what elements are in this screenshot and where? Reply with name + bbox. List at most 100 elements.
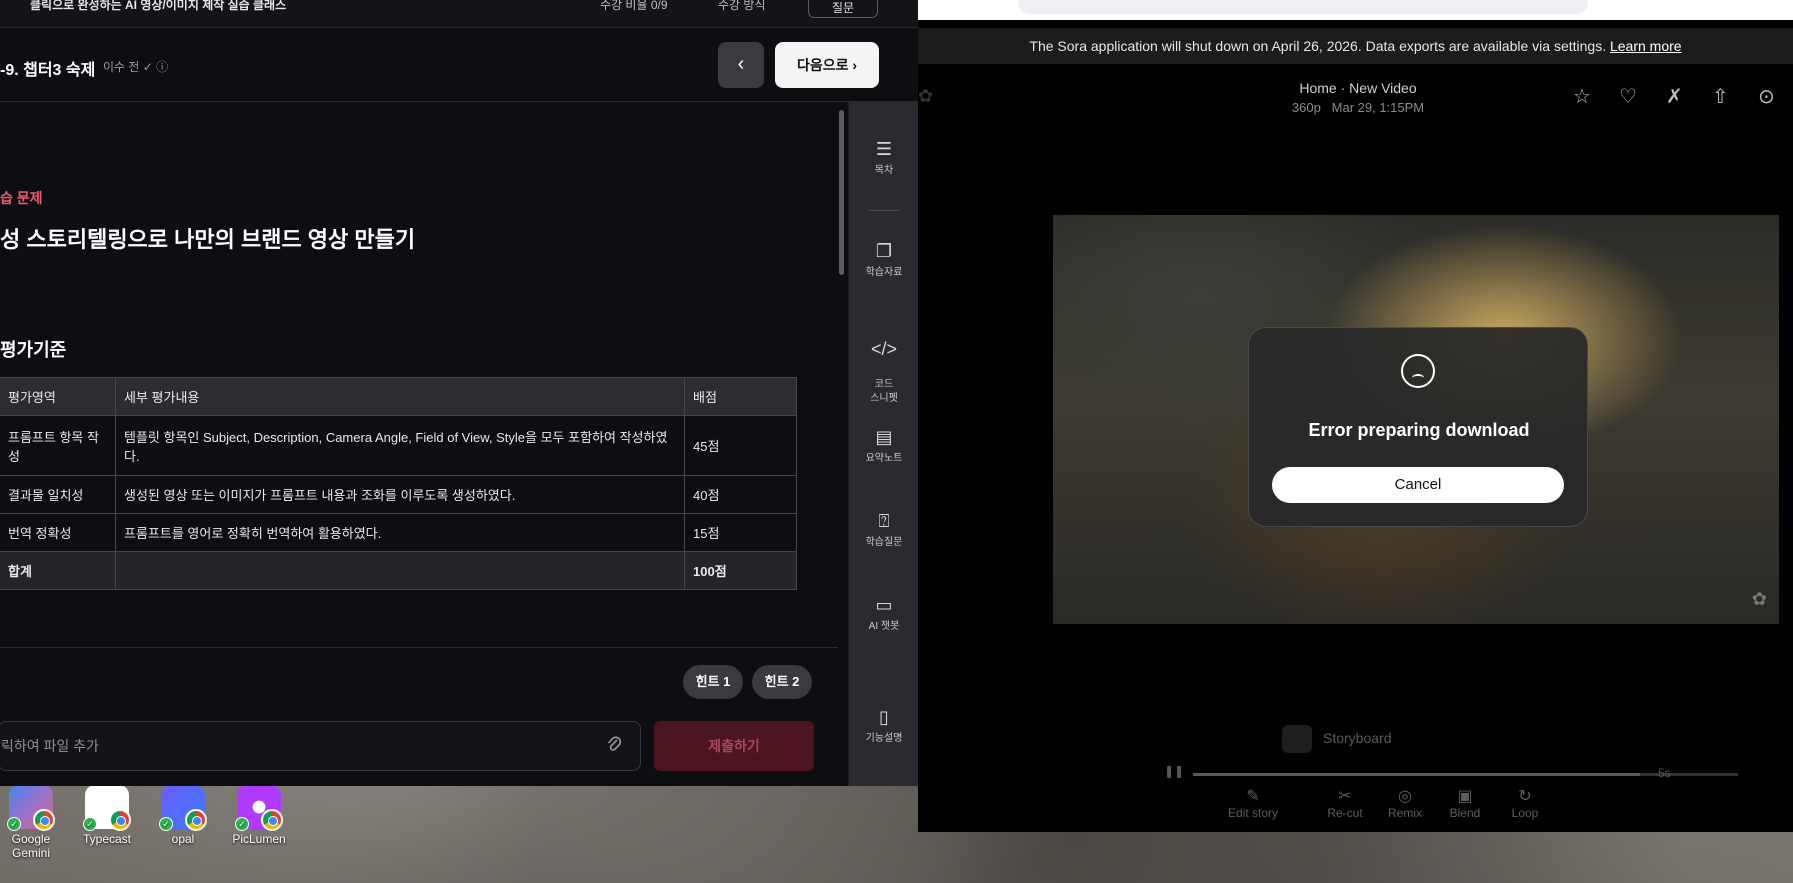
table-row: 번역 정확성 프롬프트를 영어로 정확히 번역하여 활용하였다. 15점: [0, 513, 797, 552]
desktop-icon-label: Typecast: [82, 832, 132, 846]
video-meta: 360p Mar 29, 1:15PM: [1291, 100, 1425, 115]
criteria-table: 평가영역 세부 평가내용 배점 프롬프트 항목 작성 템플릿 항목인 Subje…: [0, 377, 797, 590]
criteria-heading: 평가기준: [0, 340, 67, 360]
browser-url-bar: [918, 0, 1793, 20]
code-icon: </>: [870, 339, 898, 359]
table-header: 평가영역: [0, 377, 116, 416]
notice-text: The Sora application will shut down on A…: [1029, 38, 1607, 54]
progress-meta: 수강 비율 0/9: [600, 0, 668, 12]
table-row: 프롬프트 항목 작성 템플릿 항목인 Subject, Description,…: [0, 415, 797, 476]
heart-icon[interactable]: ♡: [1619, 84, 1637, 109]
tool-label: Loop: [1511, 806, 1539, 820]
rail-item-study-question[interactable]: ⍰ 학습질문: [849, 510, 918, 550]
desktop-icon-label: PicLumen: [232, 832, 286, 846]
hint-2-button[interactable]: 힌트 2: [752, 665, 812, 699]
next-lesson-button[interactable]: 다음으로 ›: [775, 42, 879, 88]
paperclip-icon[interactable]: [606, 735, 622, 760]
breadcrumb-current: New Video: [1349, 80, 1417, 96]
error-dialog: Error preparing download Cancel: [1248, 327, 1588, 527]
rail-divider: [869, 210, 899, 211]
cancel-button[interactable]: Cancel: [1272, 467, 1564, 503]
content-scrollbar[interactable]: [839, 110, 844, 275]
address-field[interactable]: [1018, 0, 1588, 14]
storyboard-label[interactable]: Storyboard: [1323, 730, 1391, 746]
rail-item-label: 코드 스니펫: [870, 379, 898, 404]
table-cell: 15점: [684, 513, 797, 552]
table-cell: 45점: [684, 415, 797, 476]
file-upload-input[interactable]: 릭하여 파일 추가: [0, 721, 641, 771]
table-header-row: 평가영역 세부 평가내용 배점: [0, 377, 797, 416]
rail-item-ai-chatbot[interactable]: ▭ AI 챗봇: [849, 594, 918, 634]
table-cell: 결과물 일치성: [0, 475, 116, 514]
loop-icon: ↻: [1518, 788, 1532, 805]
hint-1-button[interactable]: 힌트 1: [683, 665, 743, 699]
desktop-icon-google-gemini[interactable]: ✓ Google Gemini: [0, 785, 66, 860]
star-icon[interactable]: ☆: [1573, 84, 1591, 109]
rail-item-label: 학습질문: [865, 537, 903, 548]
rail-item-feature-guide[interactable]: ▯ 기능설명: [849, 706, 918, 746]
rail-item-label: 요약노트: [865, 453, 903, 464]
table-cell: 100점: [684, 551, 797, 590]
problem-title: 성 스토리텔링으로 나만의 브랜드 영상 만들기: [0, 227, 416, 252]
rail-item-toc[interactable]: ☰ 목차: [849, 138, 918, 178]
list-icon: ☰: [875, 139, 893, 159]
desktop-icon-opal[interactable]: ✓ opal: [148, 785, 218, 846]
sora-browser-window: The Sora application will shut down on A…: [918, 0, 1793, 832]
prev-lesson-button[interactable]: ‹: [718, 42, 764, 88]
note-icon: ▤: [875, 427, 893, 447]
dialog-title: Error preparing download: [1308, 420, 1530, 440]
desktop-icon-label: opal: [171, 832, 195, 846]
table-header: 배점: [684, 377, 797, 416]
pencil-icon: ✎: [1246, 788, 1260, 805]
breadcrumb-home[interactable]: Home: [1299, 80, 1336, 96]
lms-window: 클릭으로 완성하는 AI 영상/이미지 제작 실습 클래스 수강 비율 0/9 …: [0, 0, 918, 786]
loop-button[interactable]: ↻ Loop: [1490, 786, 1560, 820]
chat-icon: ▭: [875, 595, 893, 615]
rail-item-label: 목차: [874, 165, 894, 176]
rail-item-code-snippet[interactable]: </> 코드 스니펫: [849, 324, 918, 420]
gemini-app-icon: ✓: [7, 785, 55, 831]
shutdown-notice-banner: The Sora application will shut down on A…: [918, 28, 1793, 64]
tool-label: Edit story: [1227, 806, 1278, 820]
share-icon[interactable]: ⇧: [1712, 84, 1729, 109]
breadcrumb: Home · New Video: [1158, 80, 1558, 96]
desktop-icon-piclumen[interactable]: ✓ PicLumen: [224, 785, 294, 846]
duration-label: 5s: [1658, 766, 1671, 780]
video-timeline[interactable]: [1193, 773, 1738, 776]
question-icon: ⍰: [878, 511, 890, 531]
table-cell: 합계: [0, 551, 116, 590]
table-header: 세부 평가내용: [115, 377, 685, 416]
thumbs-down-icon[interactable]: ✗: [1666, 84, 1683, 109]
opal-app-icon: ✓: [159, 785, 207, 831]
course-title: 클릭으로 완성하는 AI 영상/이미지 제작 실습 클래스: [30, 0, 287, 12]
desktop-icon-typecast[interactable]: ✓ Typecast: [72, 785, 142, 846]
pause-icon[interactable]: ❚❚: [1164, 764, 1184, 778]
rail-item-label: 기능설명: [865, 733, 903, 744]
table-cell: 프롬프트를 영어로 정확히 번역하여 활용하였다.: [115, 513, 685, 552]
rail-item-materials[interactable]: ❐ 학습자료: [849, 240, 918, 280]
edit-story-button[interactable]: ✎ Edit story: [1218, 786, 1288, 820]
table-row: 결과물 일치성 생성된 영상 또는 이미지가 프롬프트 내용과 조화를 이루도록…: [0, 475, 797, 514]
table-cell: 40점: [684, 475, 797, 514]
breadcrumb-separator: ·: [1340, 80, 1346, 96]
openai-logo-icon[interactable]: ✿: [918, 86, 933, 107]
chapter-title: -9. 챕터3 숙제: [0, 62, 96, 79]
copy-icon: ❐: [875, 241, 893, 261]
learn-more-link[interactable]: Learn more: [1610, 38, 1682, 54]
course-type-meta[interactable]: 수강 방식: [718, 0, 766, 13]
download-icon[interactable]: ⊙: [1758, 84, 1775, 109]
table-cell: 생성된 영상 또는 이미지가 프롬프트 내용과 조화를 이루도록 생성하였다.: [115, 475, 685, 514]
book-icon: ▯: [879, 707, 889, 727]
submit-button[interactable]: 제출하기: [654, 721, 814, 771]
desktop-icon-label: Google Gemini: [11, 832, 51, 860]
rail-item-summary-note[interactable]: ▤ 요약노트: [849, 426, 918, 466]
rail-item-label: AI 챗봇: [868, 621, 900, 632]
question-button[interactable]: 질문: [808, 0, 878, 18]
table-cell: 번역 정확성: [0, 513, 116, 552]
lesson-content: 습 문제 성 스토리텔링으로 나만의 브랜드 영상 만들기 평가기준 평가영역 …: [0, 102, 848, 786]
sora-watermark-icon: ✿: [1751, 589, 1767, 609]
typecast-app-icon: ✓: [83, 785, 131, 831]
table-cell: 템플릿 항목인 Subject, Description, Camera Ang…: [115, 415, 685, 476]
storyboard-icon[interactable]: [1282, 725, 1312, 753]
lesson-header: -9. 챕터3 숙제 이수 전 ✓ ⓘ ‹ 다음으로 ›: [0, 28, 918, 102]
